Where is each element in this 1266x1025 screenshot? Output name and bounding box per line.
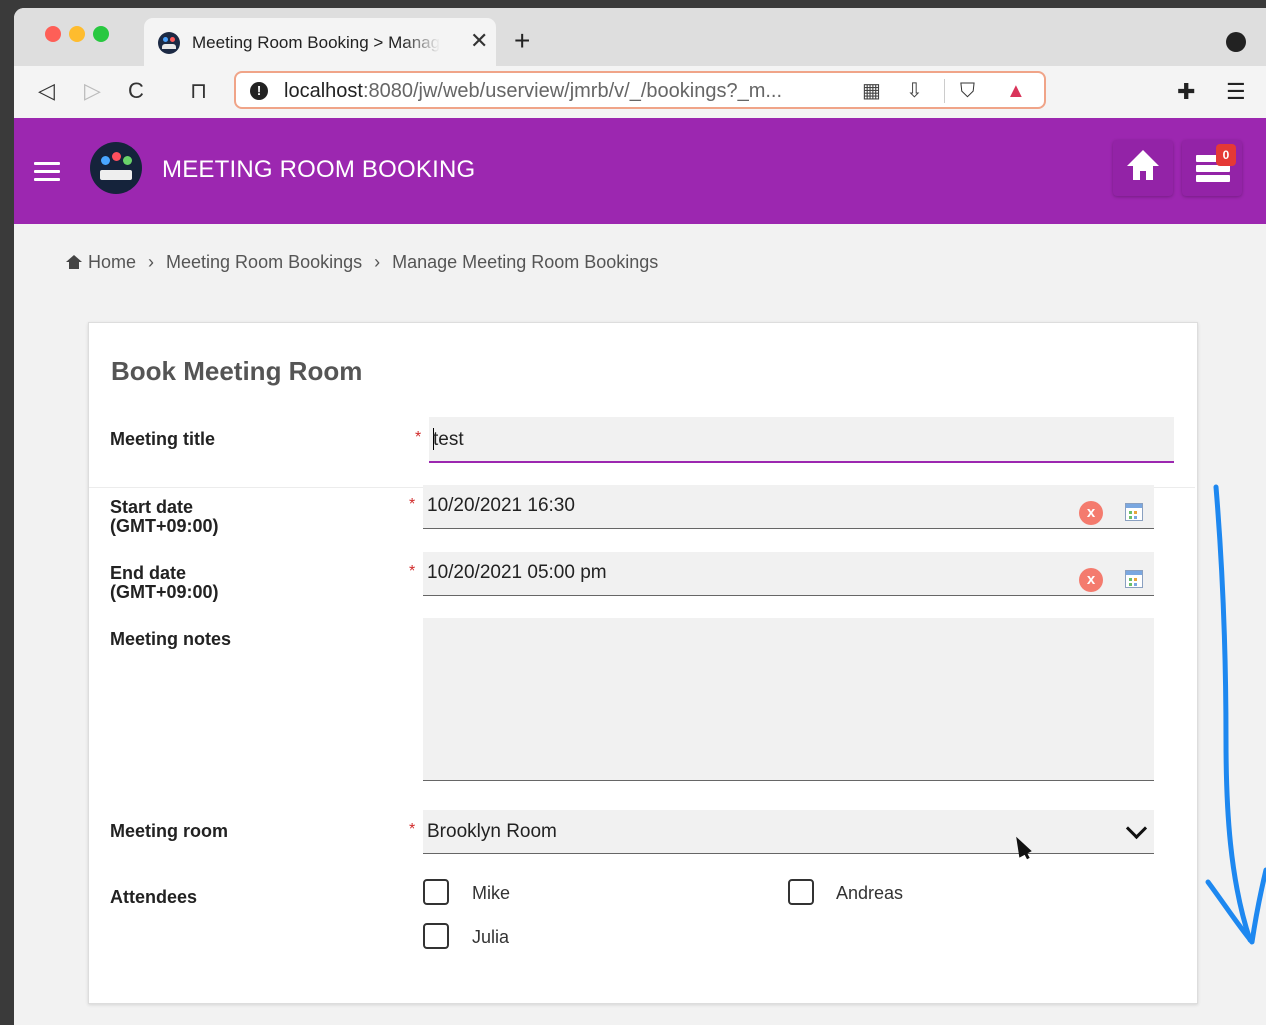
form-title: Book Meeting Room: [111, 356, 363, 386]
browser-tab[interactable]: Meeting Room Booking > Manage Meeting Ro…: [144, 18, 496, 66]
forward-button[interactable]: ▷: [84, 78, 101, 104]
extensions-icon[interactable]: ✚: [1177, 80, 1195, 104]
meeting-title-input[interactable]: test: [429, 417, 1174, 463]
reload-button[interactable]: C: [128, 78, 144, 104]
attendee-label-mike[interactable]: Mike: [472, 883, 510, 904]
breadcrumb-current: Manage Meeting Room Bookings: [392, 252, 659, 272]
close-window-button[interactable]: [45, 26, 61, 42]
url-host: localhost: [284, 80, 363, 102]
home-icon: [1127, 150, 1159, 184]
hamburger-menu-icon[interactable]: [34, 162, 60, 182]
minimize-window-button[interactable]: [69, 26, 85, 42]
address-bar[interactable]: ! localhost:8080/jw/web/userview/jmrb/v/…: [234, 71, 1046, 109]
attendee-checkbox-julia[interactable]: [423, 923, 449, 949]
tab-close-icon[interactable]: ✕: [470, 29, 488, 53]
home-icon: [66, 255, 82, 269]
attendee-label-julia[interactable]: Julia: [472, 927, 509, 948]
app-title: MEETING ROOM BOOKING: [162, 156, 476, 183]
required-marker: *: [415, 429, 422, 446]
meeting-room-label: Meeting room: [110, 821, 229, 841]
required-marker: *: [409, 821, 416, 838]
url-text[interactable]: localhost:8080/jw/web/userview/jmrb/v/_/…: [284, 80, 782, 103]
start-date-timezone: (GMT+09:00): [110, 516, 219, 536]
end-date-timezone: (GMT+09:00): [110, 582, 219, 602]
start-date-value: 10/20/2021 16:30: [427, 495, 575, 516]
calendar-icon[interactable]: [1125, 503, 1143, 521]
site-info-icon[interactable]: !: [250, 82, 268, 100]
app-logo: [90, 142, 142, 194]
qr-icon[interactable]: ▦: [862, 79, 881, 103]
install-icon[interactable]: ⇩: [906, 79, 923, 103]
start-date-label: Start date (GMT+09:00): [110, 498, 219, 536]
meeting-notes-label: Meeting notes: [110, 629, 232, 649]
new-tab-button[interactable]: +: [514, 26, 530, 56]
end-date-value: 10/20/2021 05:00 pm: [427, 562, 607, 583]
url-divider: [944, 79, 945, 103]
meeting-title-label: Meeting title: [110, 429, 216, 449]
attendee-checkbox-mike[interactable]: [423, 879, 449, 905]
attendees-label: Attendees: [110, 887, 198, 907]
bookmark-button[interactable]: ⊓: [190, 78, 207, 104]
favicon-icon: [158, 32, 180, 54]
calendar-icon[interactable]: [1125, 570, 1143, 588]
brave-shield-icon[interactable]: ⛉: [960, 79, 975, 103]
end-date-label: End date (GMT+09:00): [110, 564, 219, 602]
required-marker: *: [409, 563, 416, 580]
start-date-input[interactable]: 10/20/2021 16:30 x: [423, 485, 1154, 529]
attendee-checkbox-andreas[interactable]: [788, 879, 814, 905]
browser-toolbar: ◁ ▷ C ⊓ ! localhost:8080/jw/web/userview…: [14, 66, 1266, 119]
required-marker: *: [409, 496, 416, 513]
attendee-label-andreas[interactable]: Andreas: [836, 883, 903, 904]
meeting-room-value: Brooklyn Room: [427, 821, 557, 842]
breadcrumb-bookings-link[interactable]: Meeting Room Bookings: [166, 252, 362, 272]
url-path: :8080/jw/web/userview/jmrb/v/_/bookings?…: [362, 80, 783, 102]
maximize-window-button[interactable]: [93, 26, 109, 42]
breadcrumb-separator: ›: [148, 252, 155, 272]
inbox-button[interactable]: 0: [1182, 140, 1242, 196]
breadcrumb-separator: ›: [374, 252, 381, 272]
clear-end-date-icon[interactable]: x: [1079, 568, 1103, 592]
start-date-label-text: Start date: [110, 497, 194, 517]
chevron-down-icon: [1125, 817, 1148, 840]
inbox-count-badge: 0: [1216, 144, 1236, 166]
meeting-title-value: test: [433, 429, 464, 450]
end-date-input[interactable]: 10/20/2021 05:00 pm x: [423, 552, 1154, 596]
browser-window: Meeting Room Booking > Manage Meeting Ro…: [14, 8, 1266, 1025]
app-header: MEETING ROOM BOOKING 0: [14, 118, 1266, 224]
end-date-label-text: End date: [110, 563, 187, 583]
tab-strip: Meeting Room Booking > Manage Meeting Ro…: [14, 8, 1266, 66]
tab-title: Meeting Room Booking > Manage Meeting Ro…: [192, 33, 440, 52]
breadcrumb: Home › Meeting Room Bookings › Manage Meetin…: [66, 252, 658, 273]
breadcrumb-home-link[interactable]: Home: [88, 252, 136, 272]
brave-rewards-icon[interactable]: ▲: [1006, 79, 1026, 103]
home-button[interactable]: [1113, 140, 1173, 196]
meeting-notes-textarea[interactable]: [423, 618, 1154, 781]
meeting-room-select[interactable]: Brooklyn Room: [423, 810, 1154, 854]
menu-icon[interactable]: ☰: [1226, 80, 1246, 104]
booking-form-card: Book Meeting Room Meeting title * test S…: [88, 322, 1198, 1004]
back-button[interactable]: ◁: [38, 78, 55, 104]
clear-start-date-icon[interactable]: x: [1079, 501, 1103, 525]
profile-icon[interactable]: [1226, 32, 1246, 52]
